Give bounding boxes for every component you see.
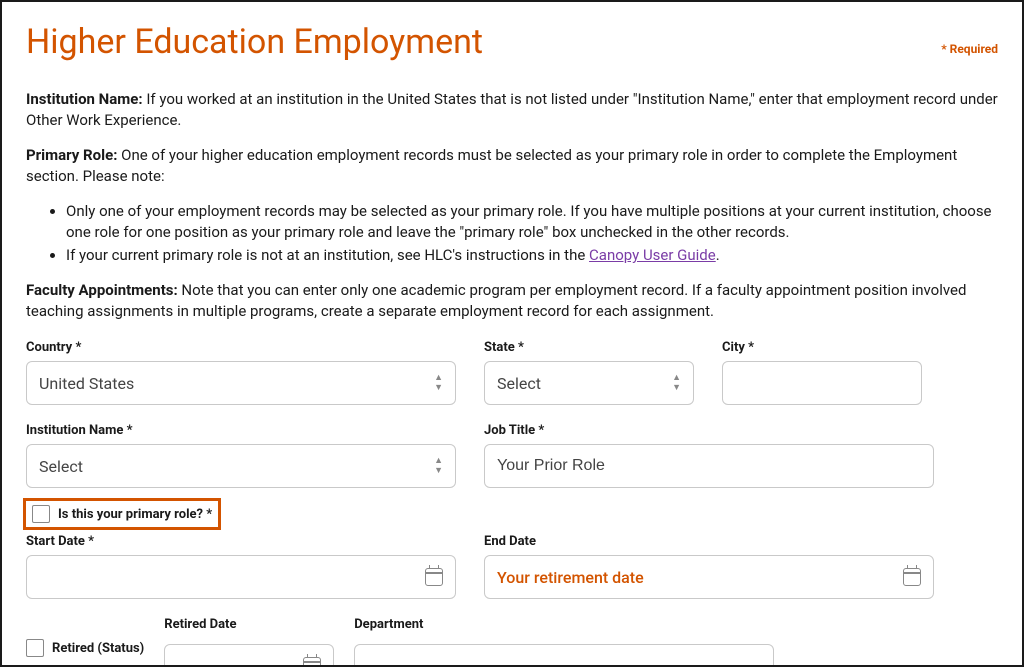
calendar-icon — [903, 568, 921, 586]
primary-role-checkbox[interactable] — [32, 505, 50, 523]
country-select[interactable]: United States ▲▼ — [26, 361, 456, 405]
intro-list-item-2: If your current primary role is not at a… — [66, 245, 998, 266]
country-value: United States — [39, 374, 134, 393]
city-input[interactable] — [722, 361, 922, 405]
enddate-field: End Date Your retirement date — [484, 534, 934, 599]
state-label: State * — [484, 340, 694, 355]
state-value: Select — [497, 374, 541, 393]
intro-institution-text: If you worked at an institution in the U… — [26, 90, 998, 129]
institution-select[interactable]: Select ▲▼ — [26, 444, 456, 488]
institution-field: Institution Name * Select ▲▼ — [26, 423, 456, 488]
state-select[interactable]: Select ▲▼ — [484, 361, 694, 405]
intro-primary-role: Primary Role: One of your higher educati… — [26, 145, 998, 187]
jobtitle-input[interactable] — [484, 444, 934, 488]
jobtitle-field: Job Title * — [484, 423, 934, 488]
startdate-label: Start Date * — [26, 534, 456, 549]
institution-label: Institution Name * — [26, 423, 456, 438]
department-input[interactable] — [354, 644, 774, 667]
intro-section: Institution Name: If you worked at an in… — [26, 89, 998, 322]
country-label: Country * — [26, 340, 456, 355]
retired-checkbox-field: Retired (Status) — [26, 617, 144, 657]
form-row-retired: Retired (Status) Retired Date Department — [26, 617, 998, 667]
calendar-icon — [425, 568, 443, 586]
enddate-placeholder: Your retirement date — [497, 568, 644, 587]
intro-institution: Institution Name: If you worked at an in… — [26, 89, 998, 131]
intro-faculty-label: Faculty Appointments: — [26, 281, 178, 299]
intro-list: Only one of your employment records may … — [66, 201, 998, 266]
city-field: City * — [722, 340, 922, 405]
intro-institution-label: Institution Name: — [26, 90, 143, 108]
primary-role-highlight: Is this your primary role? * — [23, 498, 221, 530]
institution-value: Select — [39, 457, 83, 476]
country-field: Country * United States ▲▼ — [26, 340, 456, 405]
startdate-input[interactable] — [26, 555, 456, 599]
calendar-icon — [303, 657, 321, 667]
enddate-label: End Date — [484, 534, 934, 549]
retired-checkbox-label: Retired (Status) — [52, 641, 144, 656]
form-row-location: Country * United States ▲▼ State * Selec… — [26, 340, 998, 405]
intro-primary-role-label: Primary Role: — [26, 146, 117, 164]
spinner-icon: ▲▼ — [434, 374, 443, 393]
enddate-input[interactable]: Your retirement date — [484, 555, 934, 599]
intro-faculty: Faculty Appointments: Note that you can … — [26, 280, 998, 322]
page-title: Higher Education Employment — [26, 24, 483, 61]
required-indicator: * Required — [941, 42, 998, 56]
form-row-dates: Start Date * End Date Your retirement da… — [26, 534, 998, 599]
city-label: City * — [722, 340, 922, 355]
retired-date-field: Retired Date — [164, 617, 334, 667]
retired-checkbox[interactable] — [26, 639, 44, 657]
department-label: Department — [354, 617, 774, 632]
intro-list-item-2-prefix: If your current primary role is not at a… — [66, 246, 589, 264]
state-field: State * Select ▲▼ — [484, 340, 694, 405]
spinner-icon: ▲▼ — [672, 374, 681, 393]
intro-list-item-2-suffix: . — [716, 246, 720, 264]
jobtitle-label: Job Title * — [484, 423, 934, 438]
intro-list-item-1: Only one of your employment records may … — [66, 201, 998, 243]
spinner-icon: ▲▼ — [434, 457, 443, 476]
startdate-field: Start Date * — [26, 534, 456, 599]
department-field: Department — [354, 617, 774, 667]
retired-date-input[interactable] — [164, 644, 334, 667]
canopy-user-guide-link[interactable]: Canopy User Guide — [589, 246, 716, 264]
intro-primary-role-text: One of your higher education employment … — [26, 146, 957, 185]
primary-role-checkbox-label: Is this your primary role? * — [58, 507, 212, 522]
primary-role-row: Is this your primary role? * — [26, 488, 998, 530]
form-container: Higher Education Employment * Required I… — [0, 0, 1024, 667]
header: Higher Education Employment * Required — [26, 24, 998, 61]
retired-date-label: Retired Date — [164, 617, 334, 632]
form-row-institution-job: Institution Name * Select ▲▼ Job Title * — [26, 423, 998, 488]
